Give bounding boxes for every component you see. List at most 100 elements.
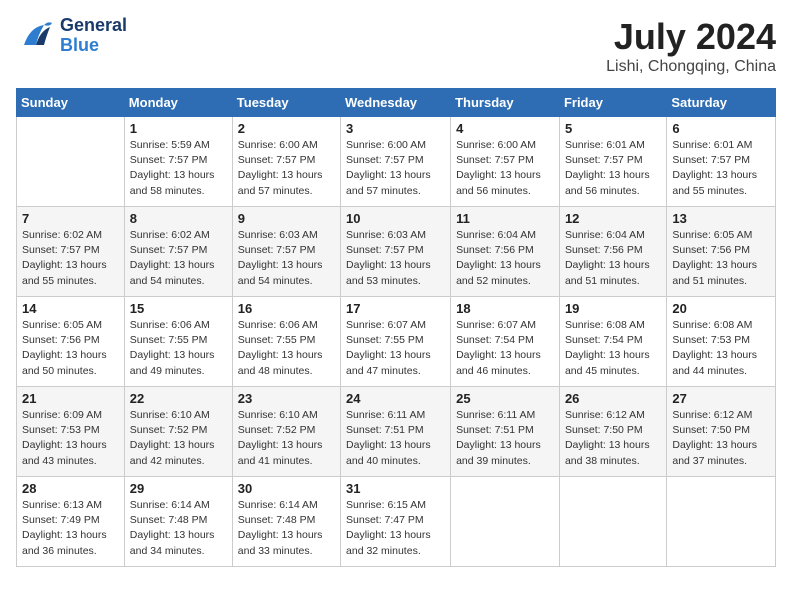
sunrise-text: Sunrise: 6:09 AM	[22, 409, 102, 421]
calendar-cell: 29 Sunrise: 6:14 AM Sunset: 7:48 PM Dayl…	[124, 477, 232, 567]
daylight-text: Daylight: 13 hours and 36 minutes.	[22, 529, 107, 556]
calendar-cell: 5 Sunrise: 6:01 AM Sunset: 7:57 PM Dayli…	[559, 117, 666, 207]
sunrise-text: Sunrise: 6:03 AM	[346, 229, 426, 241]
daylight-text: Daylight: 13 hours and 46 minutes.	[456, 349, 541, 376]
weekday-header-sunday: Sunday	[17, 89, 125, 117]
calendar-cell	[559, 477, 666, 567]
weekday-header-wednesday: Wednesday	[341, 89, 451, 117]
calendar-cell	[451, 477, 560, 567]
day-info: Sunrise: 6:00 AM Sunset: 7:57 PM Dayligh…	[456, 138, 554, 199]
weekday-header-thursday: Thursday	[451, 89, 560, 117]
daylight-text: Daylight: 13 hours and 40 minutes.	[346, 439, 431, 466]
day-number: 3	[346, 121, 445, 136]
sunset-text: Sunset: 7:57 PM	[346, 244, 424, 256]
calendar-cell: 12 Sunrise: 6:04 AM Sunset: 7:56 PM Dayl…	[559, 207, 666, 297]
sunset-text: Sunset: 7:50 PM	[672, 424, 750, 436]
day-info: Sunrise: 6:05 AM Sunset: 7:56 PM Dayligh…	[672, 228, 770, 289]
day-info: Sunrise: 6:03 AM Sunset: 7:57 PM Dayligh…	[346, 228, 445, 289]
daylight-text: Daylight: 13 hours and 33 minutes.	[238, 529, 323, 556]
sunset-text: Sunset: 7:56 PM	[22, 334, 100, 346]
calendar-cell: 24 Sunrise: 6:11 AM Sunset: 7:51 PM Dayl…	[341, 387, 451, 477]
calendar-cell: 9 Sunrise: 6:03 AM Sunset: 7:57 PM Dayli…	[232, 207, 340, 297]
daylight-text: Daylight: 13 hours and 38 minutes.	[565, 439, 650, 466]
sunset-text: Sunset: 7:55 PM	[130, 334, 208, 346]
calendar-cell: 25 Sunrise: 6:11 AM Sunset: 7:51 PM Dayl…	[451, 387, 560, 477]
calendar-cell: 13 Sunrise: 6:05 AM Sunset: 7:56 PM Dayl…	[667, 207, 776, 297]
calendar-cell: 22 Sunrise: 6:10 AM Sunset: 7:52 PM Dayl…	[124, 387, 232, 477]
weekday-header-friday: Friday	[559, 89, 666, 117]
day-info: Sunrise: 6:12 AM Sunset: 7:50 PM Dayligh…	[672, 408, 770, 469]
sunset-text: Sunset: 7:49 PM	[22, 514, 100, 526]
day-number: 25	[456, 391, 554, 406]
daylight-text: Daylight: 13 hours and 42 minutes.	[130, 439, 215, 466]
sunrise-text: Sunrise: 6:14 AM	[130, 499, 210, 511]
daylight-text: Daylight: 13 hours and 57 minutes.	[346, 169, 431, 196]
sunset-text: Sunset: 7:57 PM	[238, 154, 316, 166]
sunrise-text: Sunrise: 6:04 AM	[456, 229, 536, 241]
calendar-cell: 3 Sunrise: 6:00 AM Sunset: 7:57 PM Dayli…	[341, 117, 451, 207]
day-info: Sunrise: 6:14 AM Sunset: 7:48 PM Dayligh…	[238, 498, 335, 559]
daylight-text: Daylight: 13 hours and 57 minutes.	[238, 169, 323, 196]
daylight-text: Daylight: 13 hours and 32 minutes.	[346, 529, 431, 556]
day-info: Sunrise: 6:10 AM Sunset: 7:52 PM Dayligh…	[130, 408, 227, 469]
calendar-cell: 30 Sunrise: 6:14 AM Sunset: 7:48 PM Dayl…	[232, 477, 340, 567]
sunset-text: Sunset: 7:52 PM	[130, 424, 208, 436]
sunset-text: Sunset: 7:55 PM	[346, 334, 424, 346]
day-number: 24	[346, 391, 445, 406]
sunrise-text: Sunrise: 6:00 AM	[238, 139, 318, 151]
day-number: 26	[565, 391, 661, 406]
daylight-text: Daylight: 13 hours and 54 minutes.	[130, 259, 215, 286]
daylight-text: Daylight: 13 hours and 49 minutes.	[130, 349, 215, 376]
day-number: 29	[130, 481, 227, 496]
sunrise-text: Sunrise: 6:01 AM	[672, 139, 752, 151]
sunset-text: Sunset: 7:53 PM	[672, 334, 750, 346]
day-info: Sunrise: 6:00 AM Sunset: 7:57 PM Dayligh…	[346, 138, 445, 199]
sunset-text: Sunset: 7:57 PM	[130, 154, 208, 166]
sunset-text: Sunset: 7:54 PM	[565, 334, 643, 346]
day-number: 10	[346, 211, 445, 226]
daylight-text: Daylight: 13 hours and 56 minutes.	[456, 169, 541, 196]
sunrise-text: Sunrise: 6:15 AM	[346, 499, 426, 511]
day-number: 30	[238, 481, 335, 496]
sunset-text: Sunset: 7:56 PM	[456, 244, 534, 256]
day-number: 18	[456, 301, 554, 316]
sunset-text: Sunset: 7:54 PM	[456, 334, 534, 346]
page-header: General Blue July 2024 Lishi, Chongqing,…	[16, 16, 776, 76]
day-number: 31	[346, 481, 445, 496]
logo-blue-text: Blue	[60, 36, 127, 56]
sunset-text: Sunset: 7:56 PM	[672, 244, 750, 256]
day-number: 14	[22, 301, 119, 316]
month-year-title: July 2024	[606, 16, 776, 58]
sunset-text: Sunset: 7:53 PM	[22, 424, 100, 436]
day-info: Sunrise: 6:14 AM Sunset: 7:48 PM Dayligh…	[130, 498, 227, 559]
sunset-text: Sunset: 7:48 PM	[130, 514, 208, 526]
daylight-text: Daylight: 13 hours and 37 minutes.	[672, 439, 757, 466]
weekday-header-row: SundayMondayTuesdayWednesdayThursdayFrid…	[17, 89, 776, 117]
day-info: Sunrise: 6:15 AM Sunset: 7:47 PM Dayligh…	[346, 498, 445, 559]
daylight-text: Daylight: 13 hours and 47 minutes.	[346, 349, 431, 376]
calendar-cell: 20 Sunrise: 6:08 AM Sunset: 7:53 PM Dayl…	[667, 297, 776, 387]
sunrise-text: Sunrise: 6:00 AM	[346, 139, 426, 151]
daylight-text: Daylight: 13 hours and 54 minutes.	[238, 259, 323, 286]
day-info: Sunrise: 6:13 AM Sunset: 7:49 PM Dayligh…	[22, 498, 119, 559]
location-subtitle: Lishi, Chongqing, China	[606, 58, 776, 76]
calendar-cell: 10 Sunrise: 6:03 AM Sunset: 7:57 PM Dayl…	[341, 207, 451, 297]
sunset-text: Sunset: 7:51 PM	[456, 424, 534, 436]
day-number: 11	[456, 211, 554, 226]
day-info: Sunrise: 6:04 AM Sunset: 7:56 PM Dayligh…	[456, 228, 554, 289]
day-number: 9	[238, 211, 335, 226]
day-number: 5	[565, 121, 661, 136]
sunrise-text: Sunrise: 6:03 AM	[238, 229, 318, 241]
calendar-cell: 21 Sunrise: 6:09 AM Sunset: 7:53 PM Dayl…	[17, 387, 125, 477]
day-info: Sunrise: 6:05 AM Sunset: 7:56 PM Dayligh…	[22, 318, 119, 379]
day-number: 22	[130, 391, 227, 406]
calendar-week-row: 21 Sunrise: 6:09 AM Sunset: 7:53 PM Dayl…	[17, 387, 776, 477]
sunrise-text: Sunrise: 6:02 AM	[22, 229, 102, 241]
daylight-text: Daylight: 13 hours and 45 minutes.	[565, 349, 650, 376]
calendar-cell: 26 Sunrise: 6:12 AM Sunset: 7:50 PM Dayl…	[559, 387, 666, 477]
sunrise-text: Sunrise: 6:10 AM	[130, 409, 210, 421]
calendar-cell: 2 Sunrise: 6:00 AM Sunset: 7:57 PM Dayli…	[232, 117, 340, 207]
day-info: Sunrise: 6:12 AM Sunset: 7:50 PM Dayligh…	[565, 408, 661, 469]
calendar-cell: 7 Sunrise: 6:02 AM Sunset: 7:57 PM Dayli…	[17, 207, 125, 297]
day-number: 7	[22, 211, 119, 226]
